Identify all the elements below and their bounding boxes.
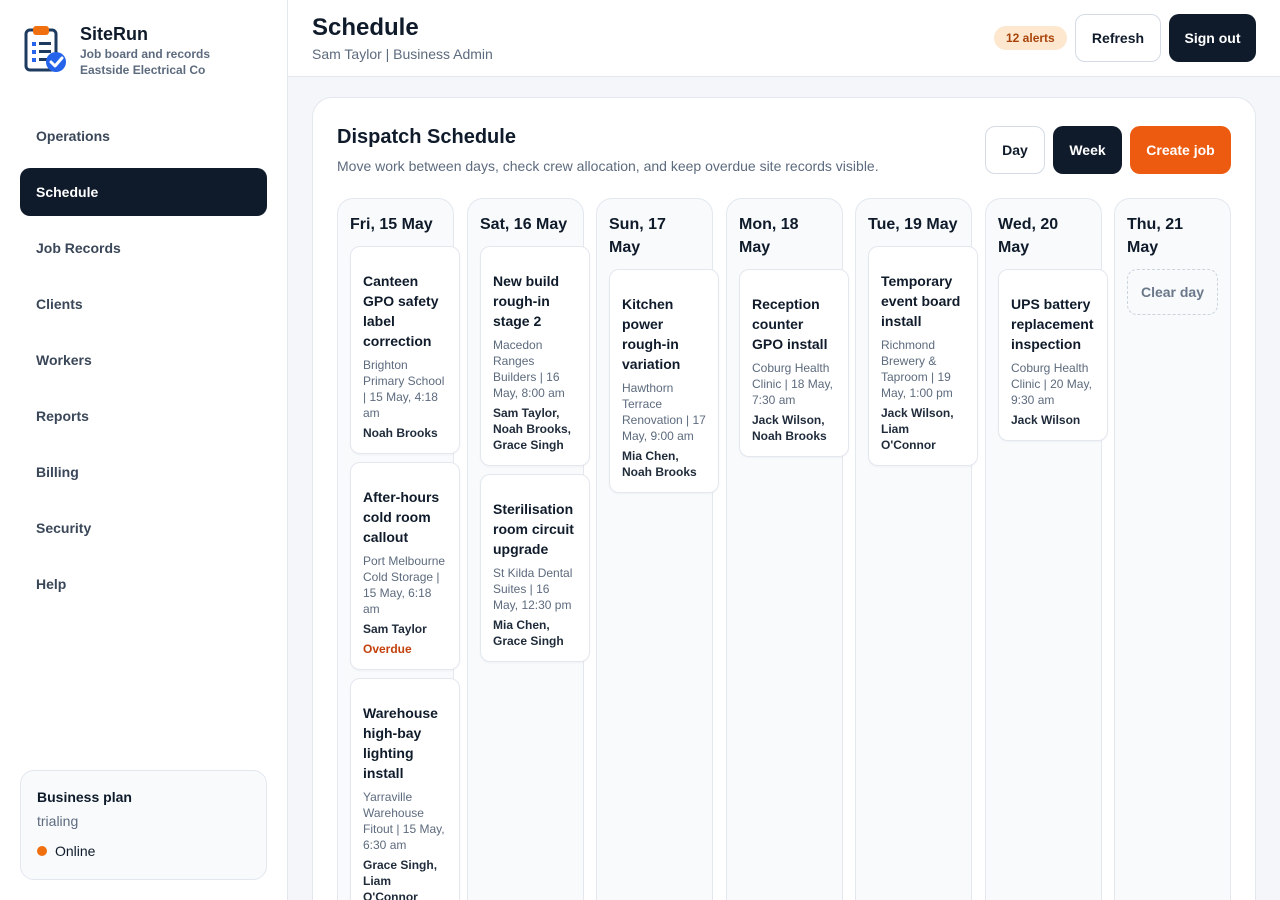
sidebar-item-operations[interactable]: Operations — [20, 112, 267, 160]
job-card[interactable]: Sterilisation room circuit upgrade St Kil… — [480, 474, 590, 662]
job-card[interactable]: After-hours cold room callout Port Melbou… — [350, 462, 460, 670]
day-column: Sun, 17 May Kitchen power rough-in variat… — [596, 198, 719, 900]
job-location-time: Coburg Health Clinic | 18 May, 7:30 am — [752, 361, 833, 407]
day-column-header: Mon, 18 May — [739, 216, 799, 256]
job-title: New build rough-in stage 2 — [493, 273, 560, 329]
plan-title: Business plan — [37, 789, 132, 805]
job-card[interactable]: Canteen GPO safety label correction Brigh… — [350, 246, 460, 454]
create-job-button[interactable]: Create job — [1130, 126, 1231, 174]
day-column-header: Sun, 17 May — [609, 216, 666, 256]
job-crew: Mia Chen, Grace Singh — [493, 618, 564, 648]
day-column-header: Tue, 19 May — [868, 216, 958, 233]
alerts-badge[interactable]: 12 alerts — [994, 26, 1067, 50]
week-columns: Fri, 15 May Canteen GPO safety label corr… — [337, 198, 1231, 900]
day-column: Mon, 18 May Reception counter GPO install… — [726, 198, 849, 900]
job-location-time: Brighton Primary School | 15 May, 4:18 a… — [363, 358, 445, 420]
sidebar: SiteRun Job board and records Eastside E… — [0, 0, 288, 900]
job-location-time: Richmond Brewery & Taproom | 19 May, 1:0… — [881, 338, 953, 400]
day-column: Sat, 16 May New build rough-in stage 2 Mac… — [467, 198, 590, 900]
view-week-button[interactable]: Week — [1053, 126, 1122, 174]
sidebar-item-security[interactable]: Security — [20, 504, 267, 552]
job-title: Kitchen power rough-in variation — [622, 296, 681, 372]
job-card[interactable]: UPS battery replacement inspection Coburg… — [998, 269, 1108, 441]
view-day-button[interactable]: Day — [985, 126, 1045, 174]
job-location-time: St Kilda Dental Suites | 16 May, 12:30 p… — [493, 566, 573, 612]
job-crew: Jack Wilson, Liam O'Connor — [881, 406, 954, 452]
day-column-header: Sat, 16 May — [480, 216, 568, 233]
sign-out-button[interactable]: Sign out — [1169, 14, 1256, 62]
job-crew: Sam Taylor, Noah Brooks, Grace Singh — [493, 406, 572, 452]
sidebar-item-job-records[interactable]: Job Records — [20, 224, 267, 272]
dispatch-schedule-card: Dispatch Schedule Move work between days… — [312, 97, 1256, 900]
job-title: After-hours cold room callout — [363, 489, 440, 545]
job-title: Warehouse high-bay lighting install — [363, 705, 438, 781]
brand-name: SiteRun — [80, 24, 149, 44]
brand: SiteRun Job board and records Eastside E… — [20, 22, 210, 78]
schedule-subtitle: Move work between days, check crew alloc… — [337, 158, 879, 174]
job-title: Reception counter GPO install — [752, 296, 828, 352]
online-status: Online — [37, 843, 250, 859]
sidebar-item-reports[interactable]: Reports — [20, 392, 267, 440]
job-location-time: Yarraville Warehouse Fitout | 15 May, 6:… — [363, 790, 445, 852]
day-column: Fri, 15 May Canteen GPO safety label corr… — [337, 198, 460, 900]
job-title: UPS battery replacement inspection — [1011, 296, 1094, 352]
refresh-button[interactable]: Refresh — [1075, 14, 1161, 62]
top-header: Schedule Sam Taylor | Business Admin 12 … — [288, 0, 1280, 77]
job-title: Temporary event board install — [881, 273, 961, 329]
day-column: Tue, 19 May Temporary event board install… — [855, 198, 978, 900]
job-title: Sterilisation room circuit upgrade — [493, 501, 574, 557]
job-crew: Mia Chen, Noah Brooks — [622, 449, 697, 479]
brand-tagline: Job board and records — [80, 47, 211, 61]
job-card[interactable]: Kitchen power rough-in variation Hawthorn… — [609, 269, 719, 493]
sidebar-nav: Operations Schedule Job Records Clients Work… — [20, 112, 267, 616]
sidebar-item-billing[interactable]: Billing — [20, 448, 267, 496]
plan-status: trialing — [37, 813, 79, 829]
clipboard-check-logo-icon — [24, 26, 66, 72]
job-crew: Jack Wilson, Noah Brooks — [752, 413, 827, 443]
sidebar-item-schedule[interactable]: Schedule — [20, 168, 267, 216]
job-location-time: Hawthorn Terrace Renovation | 17 May, 9:… — [622, 381, 706, 443]
plan-card: Business plan trialing Online — [20, 770, 267, 880]
job-title: Canteen GPO safety label correction — [363, 273, 439, 349]
job-location-time: Coburg Health Clinic | 20 May, 9:30 am — [1011, 361, 1092, 407]
job-card[interactable]: Warehouse high-bay lighting install Yarra… — [350, 678, 460, 900]
day-column-header: Thu, 21 May — [1127, 216, 1184, 256]
job-card[interactable]: Reception counter GPO install Coburg Heal… — [739, 269, 849, 457]
sidebar-item-help[interactable]: Help — [20, 560, 267, 608]
job-crew: Sam Taylor — [363, 622, 427, 636]
day-column-header: Fri, 15 May — [350, 216, 433, 233]
day-column: Thu, 21 May Clear day — [1114, 198, 1231, 900]
day-column-header: Wed, 20 May — [998, 216, 1059, 256]
job-card[interactable]: Temporary event board install Richmond Br… — [868, 246, 978, 466]
job-location-time: Port Melbourne Cold Storage | 15 May, 6:… — [363, 554, 446, 616]
job-card[interactable]: New build rough-in stage 2 Macedon Ranges… — [480, 246, 590, 466]
user-role: Sam Taylor | Business Admin — [312, 46, 493, 62]
online-label: Online — [55, 843, 96, 859]
job-crew: Jack Wilson — [1011, 413, 1081, 427]
job-crew: Noah Brooks — [363, 426, 438, 440]
day-column: Wed, 20 May UPS battery replacement inspe… — [985, 198, 1108, 900]
page-title: Schedule — [312, 14, 419, 41]
brand-text: SiteRun Job board and records Eastside E… — [80, 22, 210, 78]
brand-company: Eastside Electrical Co — [80, 63, 206, 77]
job-crew: Grace Singh, Liam O'Connor — [363, 858, 438, 900]
schedule-title: Dispatch Schedule — [337, 126, 516, 148]
job-status-flag: Overdue — [363, 642, 412, 656]
online-dot-icon — [37, 846, 47, 856]
job-location-time: Macedon Ranges Builders | 16 May, 8:00 a… — [493, 338, 565, 400]
sidebar-item-workers[interactable]: Workers — [20, 336, 267, 384]
clear-day-button[interactable]: Clear day — [1127, 269, 1218, 315]
sidebar-item-clients[interactable]: Clients — [20, 280, 267, 328]
